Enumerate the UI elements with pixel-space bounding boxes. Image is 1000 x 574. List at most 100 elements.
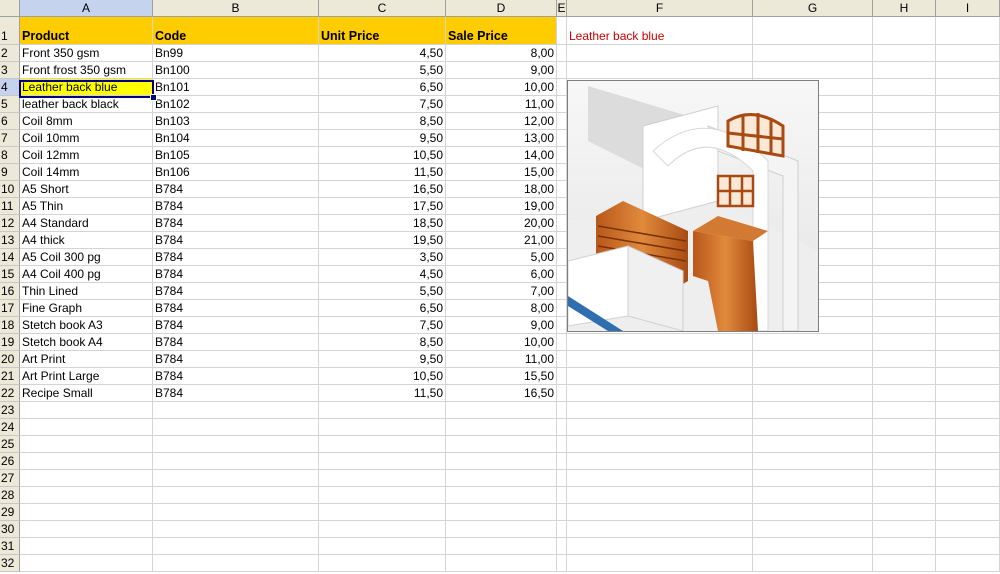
cell-c26[interactable] (319, 453, 446, 470)
row-header-12[interactable]: 12 (0, 215, 20, 232)
row-header-7[interactable]: 7 (0, 130, 20, 147)
row-header-18[interactable]: 18 (0, 317, 20, 334)
code-cell[interactable]: B784 (153, 249, 319, 266)
cell-h6[interactable] (873, 113, 936, 130)
cell-h28[interactable] (873, 487, 936, 504)
unit-price-cell[interactable]: 7,50 (319, 96, 446, 113)
cell-d31[interactable] (446, 538, 557, 555)
cell-g25[interactable] (753, 436, 873, 453)
cell-a28[interactable] (20, 487, 153, 504)
cell-b27[interactable] (153, 470, 319, 487)
cell-e30[interactable] (557, 521, 567, 538)
cell-h24[interactable] (873, 419, 936, 436)
header-code[interactable]: Code (153, 17, 319, 45)
cell-i1[interactable] (936, 17, 1000, 45)
product-cell[interactable]: Art Print (20, 351, 153, 368)
row-header-22[interactable]: 22 (0, 385, 20, 402)
fill-handle[interactable] (150, 94, 157, 101)
unit-price-cell[interactable]: 8,50 (319, 113, 446, 130)
cell-i13[interactable] (936, 232, 1000, 249)
column-header-b[interactable]: B (153, 0, 319, 17)
unit-price-cell[interactable]: 6,50 (319, 79, 446, 96)
row-header-24[interactable]: 24 (0, 419, 20, 436)
sale-price-cell[interactable]: 15,00 (446, 164, 557, 181)
product-cell[interactable]: Stetch book A3 (20, 317, 153, 334)
select-all-corner[interactable] (0, 0, 20, 17)
cell-h8[interactable] (873, 147, 936, 164)
unit-price-cell[interactable]: 5,50 (319, 62, 446, 79)
cell-e20[interactable] (557, 351, 567, 368)
cell-e23[interactable] (557, 402, 567, 419)
code-cell[interactable]: B784 (153, 351, 319, 368)
code-cell[interactable]: B784 (153, 300, 319, 317)
row-header-15[interactable]: 15 (0, 266, 20, 283)
column-header-e[interactable]: E (557, 0, 567, 17)
product-cell[interactable]: Fine Graph (20, 300, 153, 317)
row-header-32[interactable]: 32 (0, 555, 20, 572)
code-cell[interactable]: B784 (153, 334, 319, 351)
code-cell[interactable]: B784 (153, 283, 319, 300)
row-header-5[interactable]: 5 (0, 96, 20, 113)
cell-g19[interactable] (753, 334, 873, 351)
cell-i30[interactable] (936, 521, 1000, 538)
code-cell[interactable]: B784 (153, 215, 319, 232)
cell-b28[interactable] (153, 487, 319, 504)
cell-e14[interactable] (557, 249, 567, 266)
cell-i22[interactable] (936, 385, 1000, 402)
cell-d29[interactable] (446, 504, 557, 521)
product-cell[interactable]: A4 Standard (20, 215, 153, 232)
row-header-28[interactable]: 28 (0, 487, 20, 504)
row-header-13[interactable]: 13 (0, 232, 20, 249)
cell-h32[interactable] (873, 555, 936, 572)
cell-i10[interactable] (936, 181, 1000, 198)
sale-price-cell[interactable]: 5,00 (446, 249, 557, 266)
cell-a30[interactable] (20, 521, 153, 538)
cell-h25[interactable] (873, 436, 936, 453)
cell-a29[interactable] (20, 504, 153, 521)
column-header-d[interactable]: D (446, 0, 557, 17)
cell-h31[interactable] (873, 538, 936, 555)
cell-h14[interactable] (873, 249, 936, 266)
unit-price-cell[interactable]: 8,50 (319, 334, 446, 351)
product-cell[interactable]: A5 Short (20, 181, 153, 198)
cell-h19[interactable] (873, 334, 936, 351)
cell-h29[interactable] (873, 504, 936, 521)
row-header-27[interactable]: 27 (0, 470, 20, 487)
cell-e11[interactable] (557, 198, 567, 215)
sale-price-cell[interactable]: 10,00 (446, 79, 557, 96)
cell-i26[interactable] (936, 453, 1000, 470)
product-cell[interactable]: A4 thick (20, 232, 153, 249)
sale-price-cell[interactable]: 6,00 (446, 266, 557, 283)
cell-i8[interactable] (936, 147, 1000, 164)
cell-h20[interactable] (873, 351, 936, 368)
cell-f29[interactable] (567, 504, 753, 521)
sale-price-cell[interactable]: 11,00 (446, 96, 557, 113)
cell-i12[interactable] (936, 215, 1000, 232)
cell-h23[interactable] (873, 402, 936, 419)
cell-f23[interactable] (567, 402, 753, 419)
cell-g32[interactable] (753, 555, 873, 572)
unit-price-cell[interactable]: 16,50 (319, 181, 446, 198)
cell-c27[interactable] (319, 470, 446, 487)
sale-price-cell[interactable]: 20,00 (446, 215, 557, 232)
product-cell[interactable]: Leather back blue (20, 79, 153, 96)
row-header-23[interactable]: 23 (0, 402, 20, 419)
cell-g23[interactable] (753, 402, 873, 419)
cell-e16[interactable] (557, 283, 567, 300)
cell-d26[interactable] (446, 453, 557, 470)
cell-i9[interactable] (936, 164, 1000, 181)
cell-e2[interactable] (557, 45, 567, 62)
cell-i21[interactable] (936, 368, 1000, 385)
header-product[interactable]: Product (20, 17, 153, 45)
row-header-6[interactable]: 6 (0, 113, 20, 130)
cell-h30[interactable] (873, 521, 936, 538)
cell-c31[interactable] (319, 538, 446, 555)
product-cell[interactable]: Recipe Small (20, 385, 153, 402)
cell-f30[interactable] (567, 521, 753, 538)
cell-e9[interactable] (557, 164, 567, 181)
unit-price-cell[interactable]: 9,50 (319, 130, 446, 147)
cell-e12[interactable] (557, 215, 567, 232)
cell-f31[interactable] (567, 538, 753, 555)
code-cell[interactable]: B784 (153, 181, 319, 198)
row-header-1[interactable]: 1 (0, 17, 20, 45)
